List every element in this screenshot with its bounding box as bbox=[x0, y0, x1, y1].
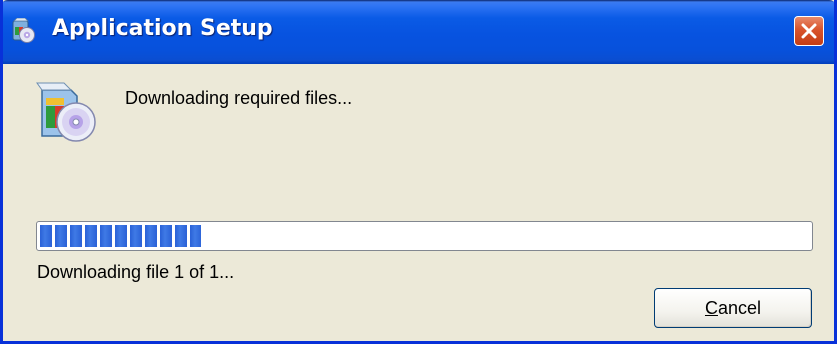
setup-dialog: Application Setup Downloading required f… bbox=[0, 0, 837, 344]
cancel-label: ancel bbox=[717, 297, 762, 318]
progress-fill bbox=[40, 225, 202, 247]
download-progress-bar bbox=[36, 221, 813, 251]
download-status-text: Downloading file 1 of 1... bbox=[37, 262, 235, 282]
cancel-button[interactable]: Cancel bbox=[654, 288, 812, 328]
close-icon bbox=[801, 23, 817, 39]
cancel-mnemonic: C bbox=[704, 297, 718, 318]
window-title: Application Setup bbox=[52, 16, 273, 41]
close-button[interactable] bbox=[794, 16, 824, 46]
title-bar[interactable]: Application Setup bbox=[3, 0, 834, 64]
setup-installer-icon bbox=[33, 82, 99, 144]
status-message: Downloading required files... bbox=[125, 88, 353, 108]
setup-installer-icon bbox=[10, 17, 36, 44]
